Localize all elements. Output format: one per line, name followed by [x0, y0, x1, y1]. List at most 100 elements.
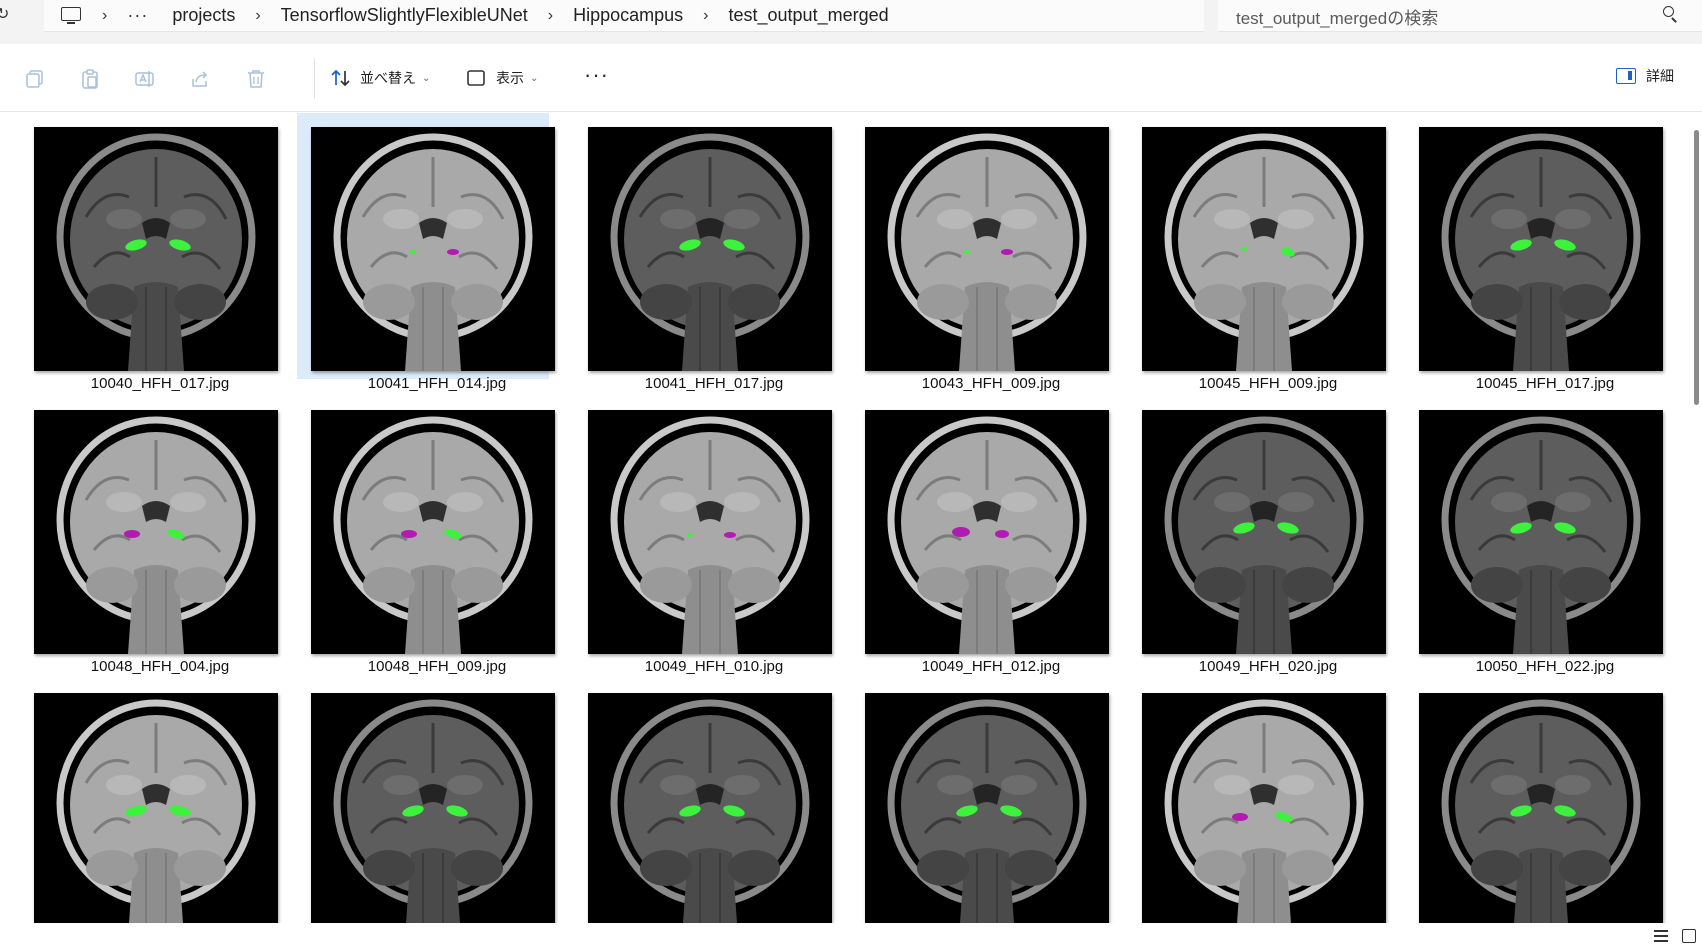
file-thumbnail[interactable] [588, 127, 832, 371]
breadcrumb-item-current[interactable]: test_output_merged [729, 5, 889, 26]
mri-scan-image [588, 127, 832, 371]
file-item[interactable]: 10041_HFH_014.jpg [297, 113, 555, 392]
file-item[interactable]: 10050_HFH_022.jpg [1405, 396, 1663, 675]
chevron-right-icon[interactable]: › [548, 7, 553, 25]
breadcrumb-item-projects[interactable]: projects [172, 5, 235, 26]
mri-scan-image [1419, 410, 1663, 654]
toolbar-divider [314, 58, 315, 98]
file-thumbnail[interactable] [865, 410, 1109, 654]
file-thumbnail[interactable] [865, 693, 1109, 923]
delete-icon[interactable] [245, 68, 267, 90]
file-thumbnail[interactable] [1419, 693, 1663, 923]
share-icon[interactable] [189, 68, 211, 90]
file-thumbnail[interactable] [1142, 410, 1386, 654]
file-item[interactable] [851, 679, 1109, 923]
mri-scan-image [588, 693, 832, 923]
mri-scan-image [1419, 693, 1663, 923]
chevron-right-icon[interactable]: › [255, 7, 260, 25]
mri-scan-image [865, 127, 1109, 371]
file-item[interactable]: 10045_HFH_009.jpg [1128, 113, 1386, 392]
more-options-button[interactable]: ··· [584, 62, 609, 88]
file-item[interactable] [20, 679, 278, 923]
file-item[interactable]: 10049_HFH_010.jpg [574, 396, 832, 675]
rename-icon[interactable] [134, 68, 156, 90]
mri-scan-image [588, 410, 832, 654]
file-item[interactable]: 10045_HFH_017.jpg [1405, 113, 1663, 392]
mri-scan-image [1419, 127, 1663, 371]
mri-scan-image [1142, 127, 1386, 371]
file-item[interactable]: 10048_HFH_004.jpg [20, 396, 278, 675]
sort-icon [331, 69, 350, 87]
file-item[interactable] [574, 679, 832, 923]
view-tiles-icon[interactable] [1682, 929, 1696, 943]
refresh-icon[interactable]: ↻ [0, 4, 16, 26]
view-icon [467, 70, 485, 86]
breadcrumb-item-hippocampus[interactable]: Hippocampus [573, 5, 683, 26]
file-item[interactable]: 10049_HFH_020.jpg [1128, 396, 1386, 675]
details-label: 詳細 [1646, 68, 1674, 84]
file-thumbnail[interactable] [588, 693, 832, 923]
copy-icon[interactable] [24, 68, 46, 90]
file-thumbnail[interactable] [1142, 693, 1386, 923]
file-item[interactable] [1128, 679, 1386, 923]
file-name: 10050_HFH_022.jpg [1475, 658, 1615, 675]
file-name: 10048_HFH_009.jpg [367, 658, 507, 675]
file-grid: 10040_HFH_017.jpg 10041_HFH_014.jpg 1004… [0, 113, 1690, 923]
file-item[interactable] [1405, 679, 1663, 923]
file-thumbnail[interactable] [311, 693, 555, 923]
vertical-scrollbar[interactable] [1694, 130, 1699, 405]
command-bar: 並べ替え ⌄ 表示 ⌄ ··· 詳細 [0, 44, 1702, 112]
file-name: 10049_HFH_010.jpg [644, 658, 784, 675]
file-name: 10048_HFH_004.jpg [90, 658, 230, 675]
details-pane-icon [1616, 68, 1636, 84]
mri-scan-image [34, 127, 278, 371]
sort-button[interactable]: 並べ替え ⌄ [330, 64, 430, 92]
mri-scan-image [311, 410, 555, 654]
breadcrumb-item-tensorflow[interactable]: TensorflowSlightlyFlexibleUNet [281, 5, 528, 26]
file-thumbnail[interactable] [865, 127, 1109, 371]
chevron-right-icon[interactable]: › [703, 7, 708, 25]
mri-scan-image [34, 693, 278, 923]
breadcrumb[interactable]: › ··· projects › TensorflowSlightlyFlexi… [44, 0, 1204, 32]
view-list-icon[interactable] [1654, 930, 1668, 942]
view-label: 表示 [496, 70, 524, 86]
view-button[interactable]: 表示 ⌄ [466, 64, 538, 92]
mri-scan-image [311, 693, 555, 923]
file-item[interactable]: 10043_HFH_009.jpg [851, 113, 1109, 392]
file-name: 10045_HFH_017.jpg [1475, 375, 1615, 392]
paste-icon[interactable] [79, 68, 101, 90]
file-name: 10040_HFH_017.jpg [90, 375, 230, 392]
details-button[interactable]: 詳細 [1616, 66, 1674, 86]
file-item[interactable] [297, 679, 555, 923]
chevron-down-icon: ⌄ [422, 72, 431, 84]
chevron-down-icon: ⌄ [530, 72, 539, 84]
breadcrumb-overflow-icon[interactable]: ··· [127, 5, 148, 26]
mri-scan-image [865, 410, 1109, 654]
file-item[interactable]: 10049_HFH_012.jpg [851, 396, 1109, 675]
search-icon[interactable] [1663, 6, 1679, 23]
file-item[interactable]: 10048_HFH_009.jpg [297, 396, 555, 675]
file-item[interactable]: 10040_HFH_017.jpg [20, 113, 278, 392]
file-thumbnail[interactable] [34, 127, 278, 371]
file-thumbnail[interactable] [1419, 127, 1663, 371]
file-thumbnail[interactable] [311, 410, 555, 654]
file-thumbnail[interactable] [588, 410, 832, 654]
address-bar: ↻ › ··· projects › TensorflowSlightlyFle… [0, 0, 1702, 44]
sort-label: 並べ替え [360, 70, 416, 86]
file-thumbnail[interactable] [34, 410, 278, 654]
file-name: 10049_HFH_012.jpg [921, 658, 1061, 675]
mri-scan-image [34, 410, 278, 654]
file-thumbnail[interactable] [1142, 127, 1386, 371]
search-input[interactable]: test_output_mergedの検索 [1218, 0, 1702, 32]
file-thumbnail[interactable] [1419, 410, 1663, 654]
file-thumbnail[interactable] [34, 693, 278, 923]
chevron-right-icon[interactable]: › [102, 7, 107, 25]
file-name: 10049_HFH_020.jpg [1198, 658, 1338, 675]
file-thumbnail[interactable] [311, 127, 555, 371]
search-placeholder: test_output_mergedの検索 [1236, 9, 1439, 28]
mri-scan-image [865, 693, 1109, 923]
file-name: 10041_HFH_017.jpg [644, 375, 784, 392]
mri-scan-image [311, 127, 555, 371]
file-item[interactable]: 10041_HFH_017.jpg [574, 113, 832, 392]
this-pc-icon[interactable] [60, 6, 82, 25]
